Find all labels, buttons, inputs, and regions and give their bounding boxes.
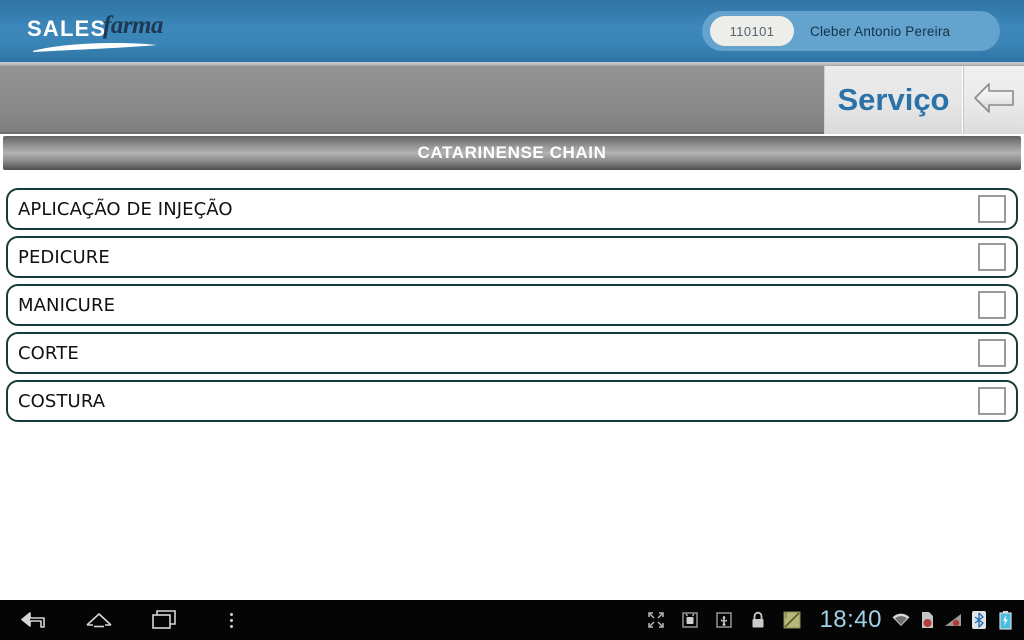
screen-title-label: Serviço bbox=[837, 82, 950, 117]
android-app-icon[interactable] bbox=[673, 600, 707, 640]
android-recents-icon[interactable] bbox=[132, 600, 198, 640]
android-home-icon[interactable] bbox=[66, 600, 132, 640]
service-list-item[interactable]: CORTE bbox=[6, 332, 1018, 374]
android-back-icon[interactable] bbox=[0, 600, 66, 640]
service-list-item[interactable]: MANICURE bbox=[6, 284, 1018, 326]
service-list-item[interactable]: COSTURA bbox=[6, 380, 1018, 422]
user-name-label: Cleber Antonio Pereira bbox=[810, 23, 951, 39]
status-tray: 18:40 bbox=[639, 600, 1018, 640]
screen-title-panel: Serviço bbox=[824, 66, 962, 134]
notepad-icon[interactable] bbox=[775, 600, 809, 640]
battery-icon[interactable] bbox=[992, 600, 1018, 640]
back-button[interactable] bbox=[963, 66, 1024, 134]
service-list-item[interactable]: APLICAÇÃO DE INJEÇÃO bbox=[6, 188, 1018, 230]
app-header: SALES farma 110101 Cleber Antonio Pereir… bbox=[0, 0, 1024, 62]
service-item-label: MANICURE bbox=[18, 294, 116, 316]
toolbar-empty-area bbox=[0, 66, 824, 134]
wifi-icon[interactable] bbox=[888, 600, 914, 640]
checkbox-unchecked-icon[interactable] bbox=[978, 291, 1006, 319]
fullscreen-icon[interactable] bbox=[639, 600, 673, 640]
sd-card-icon[interactable] bbox=[914, 600, 940, 640]
swoosh-underline-icon bbox=[31, 41, 159, 53]
back-arrow-icon bbox=[972, 79, 1016, 122]
toolbar-row: Serviço bbox=[0, 62, 1024, 134]
chain-title-bar: CATARINENSE CHAIN bbox=[3, 136, 1021, 170]
user-id-badge: 110101 bbox=[710, 16, 794, 46]
checkbox-unchecked-icon[interactable] bbox=[978, 195, 1006, 223]
checkbox-unchecked-icon[interactable] bbox=[978, 339, 1006, 367]
user-chip[interactable]: 110101 Cleber Antonio Pereira bbox=[702, 11, 1000, 51]
app-logo: SALES farma bbox=[27, 11, 167, 53]
checkbox-unchecked-icon[interactable] bbox=[978, 243, 1006, 271]
signal-icon[interactable] bbox=[940, 600, 966, 640]
clock-label: 18:40 bbox=[819, 606, 882, 633]
chain-title-underline bbox=[0, 170, 1024, 173]
app-root: SALES farma 110101 Cleber Antonio Pereir… bbox=[0, 0, 1024, 640]
chain-title-label: CATARINENSE CHAIN bbox=[417, 143, 607, 162]
service-item-label: COSTURA bbox=[18, 390, 106, 412]
checkbox-unchecked-icon[interactable] bbox=[978, 387, 1006, 415]
service-list: APLICAÇÃO DE INJEÇÃO PEDICURE MANICURE CORT… bbox=[0, 188, 1024, 428]
usb-icon[interactable] bbox=[707, 600, 741, 640]
android-navigation-bar: 18:40 bbox=[0, 600, 1024, 640]
service-list-item[interactable]: PEDICURE bbox=[6, 236, 1018, 278]
bluetooth-icon[interactable] bbox=[966, 600, 992, 640]
android-nav-buttons bbox=[0, 600, 264, 640]
logo-primary-text: SALES bbox=[27, 16, 107, 41]
service-item-label: CORTE bbox=[18, 342, 79, 364]
service-item-label: PEDICURE bbox=[18, 246, 110, 268]
service-item-label: APLICAÇÃO DE INJEÇÃO bbox=[18, 198, 233, 220]
android-overflow-menu-icon[interactable] bbox=[198, 600, 264, 640]
logo-secondary-text: farma bbox=[103, 12, 164, 39]
lock-icon[interactable] bbox=[741, 600, 775, 640]
